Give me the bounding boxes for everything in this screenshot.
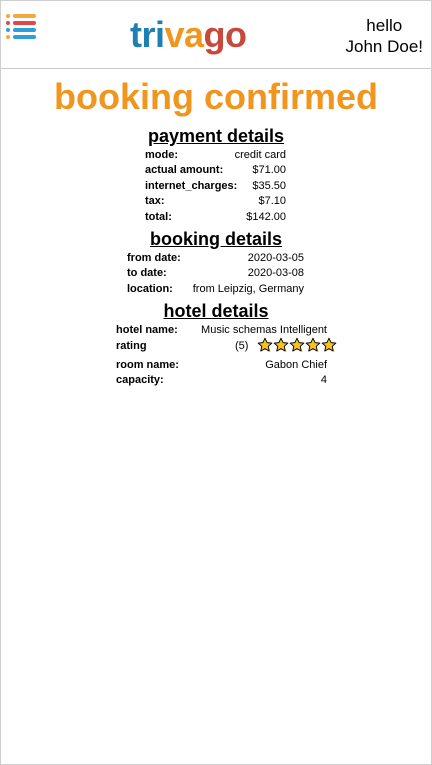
hotel-name-label: hotel name: — [116, 324, 178, 337]
hotel-details: hotel name: Music schemas Intelligent ra… — [1, 323, 431, 388]
booking-value: 2020-03-05 — [247, 251, 304, 264]
payment-row: mode: credit card — [1, 148, 431, 163]
payment-row: actual amount: $71.00 — [1, 163, 431, 178]
payment-value: $71.00 — [252, 164, 286, 177]
booking-value: from Leipzig, Germany — [192, 282, 304, 295]
capacity-row: capacity: 4 — [1, 373, 431, 388]
payment-value: credit card — [234, 149, 286, 161]
payment-label: mode: — [145, 149, 178, 161]
page-title: booking confirmed — [54, 76, 378, 117]
capacity-label: capacity: — [116, 373, 164, 386]
logo-part-va: va — [164, 14, 205, 55]
room-name-value: Gabon Chief — [265, 358, 327, 371]
star-icon — [321, 337, 337, 352]
user-greeting: hello John Doe! — [346, 15, 424, 57]
star-icon — [289, 337, 305, 352]
payment-value: $7.10 — [258, 195, 286, 208]
room-name-row: room name: Gabon Chief — [1, 358, 431, 373]
rating-stars — [257, 336, 337, 354]
payment-value: $142.00 — [246, 210, 286, 223]
booking-label: from date: — [127, 251, 181, 264]
hotel-heading: hotel details — [163, 301, 269, 322]
payment-label: total: — [145, 210, 172, 223]
payment-value: $35.50 — [252, 179, 286, 192]
star-icon — [257, 337, 273, 352]
top-header: trivago hello John Doe! — [1, 1, 431, 69]
payment-label: tax: — [145, 195, 165, 208]
booking-row: from date: 2020-03-05 — [1, 251, 431, 266]
booking-heading: booking details — [149, 228, 282, 249]
room-name-label: room name: — [116, 358, 179, 371]
booking-details: from date: 2020-03-05 to date: 2020-03-0… — [1, 251, 431, 297]
user-name: John Doe! — [345, 37, 424, 56]
booking-value: 2020-03-08 — [247, 267, 304, 280]
booking-row: location: from Leipzig, Germany — [1, 282, 431, 297]
rating-label: rating — [116, 339, 147, 352]
booking-label: location: — [127, 282, 173, 295]
payment-row: internet_charges: $35.50 — [1, 179, 431, 194]
capacity-value: 4 — [320, 373, 327, 386]
list-menu-icon[interactable] — [6, 14, 38, 46]
logo-part-tri: tri — [130, 14, 165, 55]
brand-logo[interactable]: trivago — [130, 13, 247, 57]
payment-details: mode: credit card actual amount: $71.00 … — [1, 148, 431, 225]
star-icon — [273, 337, 289, 352]
greeting-text: hello — [366, 16, 403, 35]
logo-part-go: go — [203, 14, 247, 55]
hotel-rating-row: rating (5) — [1, 336, 431, 358]
payment-label: internet_charges: — [145, 179, 238, 192]
booking-row: to date: 2020-03-08 — [1, 266, 431, 281]
booking-label: to date: — [127, 267, 167, 280]
payment-row: total: $142.00 — [1, 210, 431, 225]
payment-label: actual amount: — [145, 164, 224, 177]
payment-heading: payment details — [147, 126, 285, 146]
hotel-name-row: hotel name: Music schemas Intelligent — [1, 323, 431, 338]
app-frame: trivago hello John Doe! booking confirme… — [0, 0, 432, 765]
payment-row: tax: $7.10 — [1, 194, 431, 209]
star-icon — [305, 337, 321, 352]
rating-value: (5) — [235, 339, 249, 352]
